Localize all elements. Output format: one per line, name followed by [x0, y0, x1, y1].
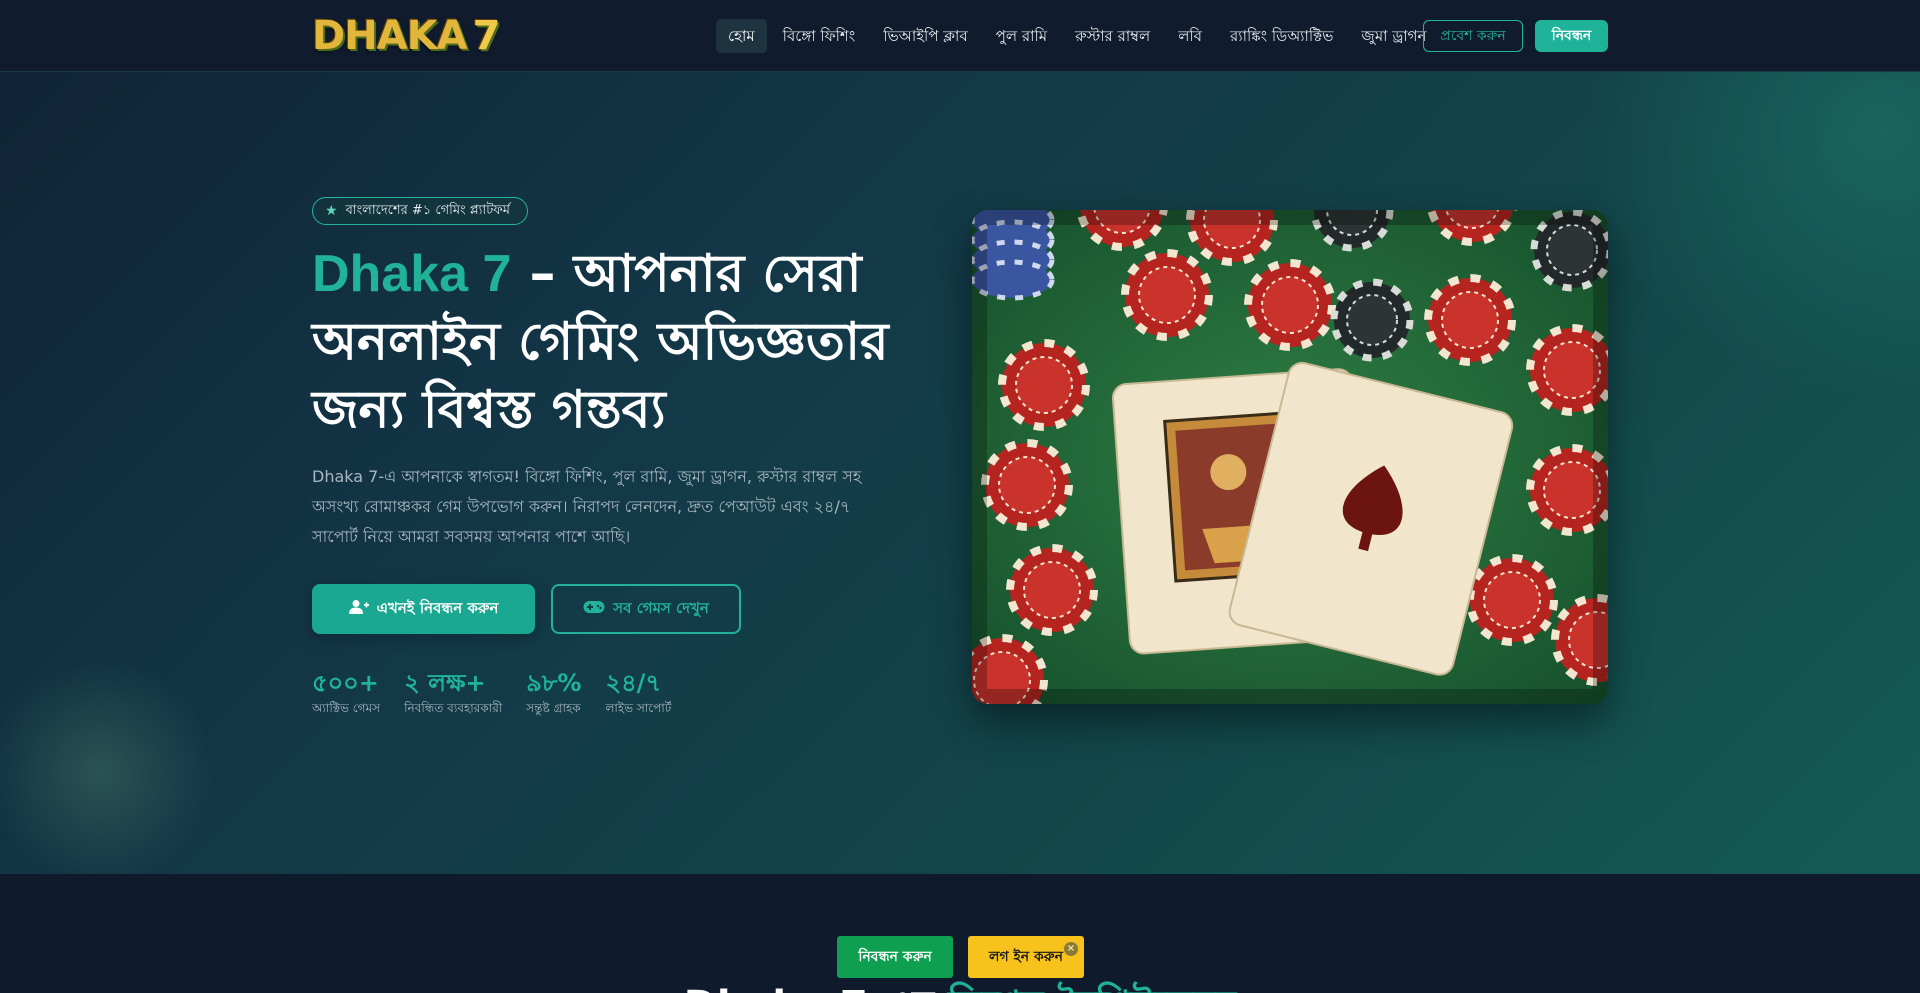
close-icon[interactable]: ×: [1064, 942, 1078, 956]
stat-support: ২৪/৭ লাইভ সাপোর্ট: [605, 668, 671, 720]
hero-description: Dhaka 7-এ আপনাকে স্বাগতম! বিঙ্গো ফিশিং, …: [312, 467, 862, 546]
sticky-action-bar: নিবন্ধন করুন লগ ইন করুন ×: [837, 936, 1084, 978]
sticky-login-label: লগ ইন করুন: [989, 949, 1063, 965]
stat-value: ৯৮%: [526, 669, 582, 697]
stat-value: ২ লক্ষ+: [404, 669, 486, 697]
stat-label: নিবন্ধিত ব্যবহারকারী: [404, 701, 503, 715]
stat-value: ৫০০+: [312, 669, 379, 697]
stat-users: ২ লক্ষ+ নিবন্ধিত ব্যবহারকারী: [404, 668, 502, 720]
main-nav: হোম বিঙ্গো ফিশিং ভিআইপি ক্লাব পুল রামি র…: [716, 19, 1442, 53]
features-title-highlight: বিশেষ বৈশিষ্ট্যসমূহ: [948, 983, 1236, 993]
poker-hero-image: [972, 210, 1608, 704]
star-icon: ★: [325, 203, 338, 219]
site-logo[interactable]: DHAKA 7: [312, 13, 501, 59]
hero-title-brand: Dhaka 7: [312, 245, 512, 303]
platform-badge: ★ বাংলাদেশের #১ গেমিং প্ল্যাটফর্ম: [312, 197, 528, 225]
top-header: DHAKA 7 হোম বিঙ্গো ফিশিং ভিআইপি ক্লাব পুল…: [0, 0, 1920, 72]
header-login-button[interactable]: প্রবেশ করুন: [1423, 20, 1523, 52]
nav-item-lobby[interactable]: লবি: [1166, 19, 1214, 53]
stat-label: অ্যাক্টিভ গেমস: [312, 701, 381, 715]
header-register-button[interactable]: নিবন্ধন: [1535, 20, 1608, 52]
view-all-games-label: সব গেমস দেখুন: [613, 598, 709, 617]
view-all-games-button[interactable]: সব গেমস দেখুন: [551, 584, 741, 634]
gamepad-icon: [583, 600, 605, 618]
nav-item-rooster-rumble[interactable]: রুস্টার রাম্বল: [1063, 19, 1162, 53]
stat-games: ৫০০+ অ্যাক্টিভ গেমস: [312, 668, 380, 720]
stat-value: ২৪/৭: [605, 669, 662, 697]
badge-text: বাংলাদেশের #১ গেমিং প্ল্যাটফর্ম: [345, 202, 511, 218]
stats-row: ৫০০+ অ্যাক্টিভ গেমস ২ লক্ষ+ নিবন্ধিত ব্য…: [312, 668, 695, 720]
register-now-button[interactable]: এখনই নিবন্ধন করুন: [312, 584, 535, 634]
register-now-label: এখনই নিবন্ধন করুন: [376, 598, 499, 617]
features-title-brand: Dhaka 7 এর: [684, 983, 934, 993]
stat-label: সন্তুষ্ট গ্রাহক: [526, 701, 581, 715]
stat-satisfaction: ৯৮% সন্তুষ্ট গ্রাহক: [526, 668, 581, 720]
hero-title: Dhaka 7 – আপনার সেরা অনলাইন গেমিং অভিজ্ঞ…: [312, 240, 912, 444]
logo-text: DHAKA: [312, 13, 468, 59]
logo-number: 7: [472, 13, 501, 59]
nav-item-vip-club[interactable]: ভিআইপি ক্লাব: [871, 19, 979, 53]
nav-item-bingo-fishing[interactable]: বিঙ্গো ফিশিং: [771, 19, 868, 53]
sticky-register-button[interactable]: নিবন্ধন করুন: [837, 936, 953, 978]
nav-item-ranking-deactive[interactable]: র‍্যাঙ্কিং ডিঅ্যাক্টিভ: [1218, 19, 1345, 53]
stat-label: লাইভ সাপোর্ট: [605, 701, 672, 715]
hero-section: ★ বাংলাদেশের #১ গেমিং প্ল্যাটফর্ম Dhaka …: [0, 72, 1920, 874]
sticky-login-button[interactable]: লগ ইন করুন ×: [968, 936, 1084, 978]
user-plus-icon: [348, 599, 369, 619]
nav-item-pool-rummy[interactable]: পুল রামি: [984, 19, 1059, 53]
nav-item-home[interactable]: হোম: [716, 19, 767, 53]
